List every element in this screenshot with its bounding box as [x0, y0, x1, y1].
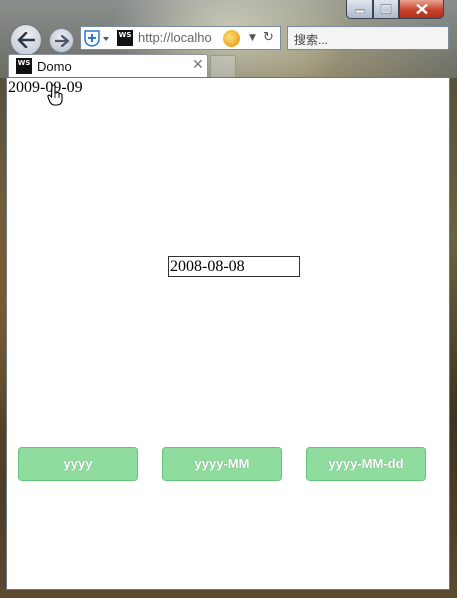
- security-shield-button[interactable]: [83, 29, 111, 47]
- close-icon: [415, 3, 428, 15]
- compatibility-view-icon[interactable]: [223, 30, 240, 47]
- date-display: 2009-09-09: [8, 79, 83, 96]
- minimize-icon: [354, 9, 365, 13]
- format-yyyy-mm-dd-button[interactable]: yyyy-MM-dd: [306, 447, 426, 481]
- minimize-button[interactable]: [346, 0, 373, 19]
- shield-icon: [84, 30, 109, 47]
- search-box[interactable]: 搜索...: [287, 26, 449, 50]
- format-yyyy-button[interactable]: yyyy: [18, 447, 138, 481]
- maximize-icon: [380, 4, 392, 14]
- address-dropdown-icon[interactable]: ▼: [249, 33, 256, 43]
- forward-arrow-icon: [54, 34, 69, 47]
- date-input[interactable]: [168, 256, 300, 277]
- tab-favicon-icon: WS: [16, 58, 32, 74]
- tab-close-icon[interactable]: ✕: [192, 57, 204, 73]
- browser-tab-domo[interactable]: WS Domo ✕: [8, 54, 208, 77]
- close-window-button[interactable]: [399, 0, 444, 19]
- tab-title: Domo: [37, 59, 72, 74]
- site-favicon-icon: WS: [117, 30, 133, 46]
- maximize-button[interactable]: [373, 0, 399, 19]
- address-bar[interactable]: WS http://localho ▼ ↻: [80, 26, 281, 50]
- forward-button[interactable]: [49, 28, 74, 53]
- search-placeholder: 搜索...: [294, 33, 329, 47]
- back-button[interactable]: [10, 24, 42, 56]
- back-arrow-icon: [17, 32, 35, 48]
- url-text[interactable]: http://localho: [138, 30, 212, 45]
- refresh-icon[interactable]: ↻: [263, 30, 274, 45]
- format-yyyy-mm-button[interactable]: yyyy-MM: [162, 447, 282, 481]
- new-tab-button[interactable]: [210, 55, 236, 77]
- hand-cursor-icon: [47, 84, 63, 106]
- page-viewport: 2009-09-09 yyyy yyyy-MM yyyy-MM-dd: [6, 77, 450, 590]
